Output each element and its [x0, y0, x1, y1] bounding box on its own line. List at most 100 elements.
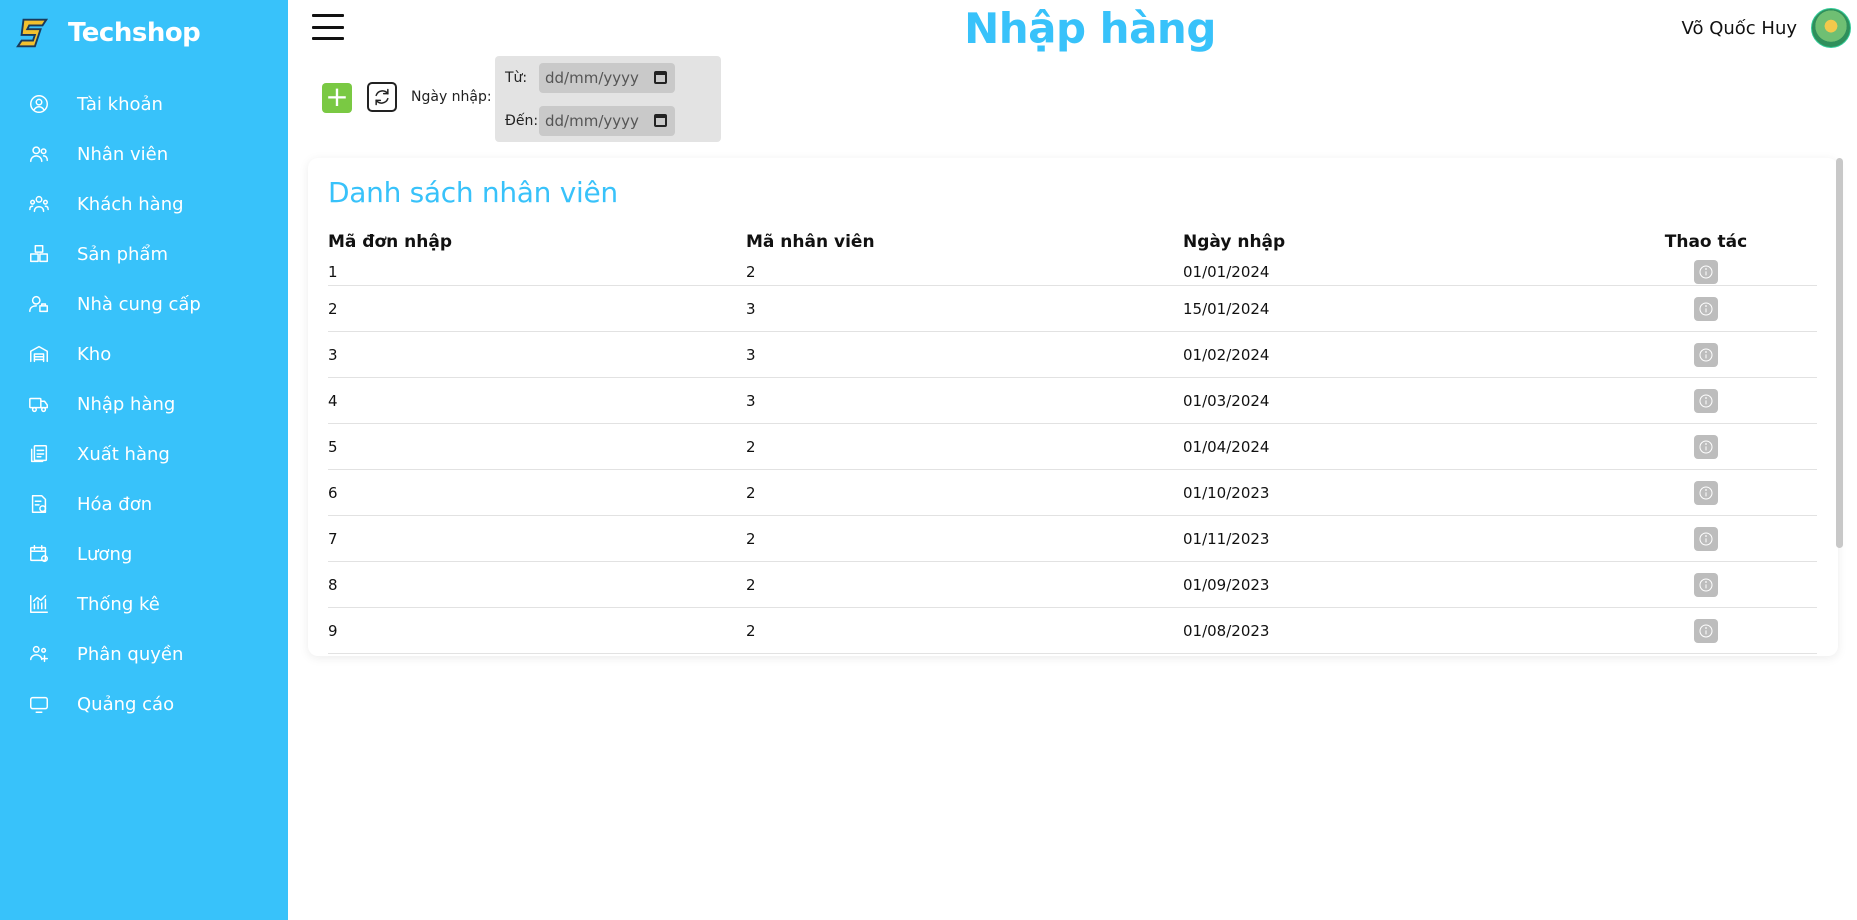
table-row: 1 2 01/01/2024 — [328, 258, 1817, 286]
sidebar-item-nhap-hang[interactable]: Nhập hàng — [0, 379, 288, 429]
refresh-button[interactable] — [367, 82, 397, 112]
scrollbar[interactable] — [1836, 158, 1843, 548]
sidebar-item-quang-cao[interactable]: Quảng cáo — [0, 679, 288, 729]
calendar-icon[interactable] — [654, 114, 667, 127]
table-cell-action — [1595, 618, 1817, 643]
sidebar-item-label: Xuất hàng — [77, 443, 170, 465]
sidebar-item-label: Hóa đơn — [77, 493, 153, 515]
users-icon — [27, 142, 51, 166]
date-from-label: Từ: — [505, 69, 528, 86]
boxes-icon — [27, 242, 51, 266]
export-icon — [27, 442, 51, 466]
user-menu[interactable]: Võ Quốc Huy — [1682, 8, 1851, 48]
info-button[interactable] — [1694, 618, 1718, 643]
calendar-icon[interactable] — [654, 71, 667, 84]
supplier-icon — [27, 292, 51, 316]
sidebar-item-xuat-hang[interactable]: Xuất hàng — [0, 429, 288, 479]
table-cell: 2 — [746, 575, 756, 594]
warehouse-icon — [27, 342, 51, 366]
main-content: Nhập hàng Võ Quốc Huy + Ngày nhập: Từ: d… — [288, 0, 1857, 920]
info-icon — [1699, 532, 1713, 545]
table-row: 4 3 01/03/2024 — [328, 378, 1817, 424]
table-cell: 2 — [746, 529, 756, 548]
info-button[interactable] — [1694, 388, 1718, 413]
table-cell-action — [1595, 259, 1817, 284]
permission-icon — [27, 642, 51, 666]
table-cell-action — [1595, 572, 1817, 597]
table-cell: 3 — [746, 345, 756, 364]
sidebar-item-luong[interactable]: Lương — [0, 529, 288, 579]
sidebar-item-tai-khoan[interactable]: Tài khoản — [0, 79, 288, 129]
user-circle-icon — [27, 92, 51, 116]
date-to-input[interactable]: dd/mm/yyyy — [539, 105, 675, 136]
info-button[interactable] — [1694, 480, 1718, 505]
card-title: Danh sách nhân viên — [328, 176, 618, 209]
info-button[interactable] — [1694, 434, 1718, 459]
page-title: Nhập hàng — [964, 4, 1216, 53]
info-button[interactable] — [1694, 342, 1718, 367]
column-header: Thao tác — [1664, 232, 1748, 252]
sidebar-item-label: Kho — [77, 343, 112, 365]
table-body: 1 2 01/01/2024 2 3 15/01/2024 3 3 01/02/2024 4 3 01… — [328, 258, 1817, 654]
sidebar-item-hoa-don[interactable]: Hóa đơn — [0, 479, 288, 529]
brand[interactable]: Techshop — [14, 14, 201, 52]
refresh-icon — [375, 88, 389, 106]
table-cell: 7 — [328, 529, 338, 548]
sidebar-item-label: Thống kê — [77, 593, 160, 615]
avatar[interactable] — [1811, 8, 1851, 48]
table-cell: 01/03/2024 — [1183, 391, 1270, 410]
table-row: 7 2 01/11/2023 — [328, 516, 1817, 562]
sidebar-item-khach-hang[interactable]: Khách hàng — [0, 179, 288, 229]
table-cell: 3 — [746, 299, 756, 318]
list-card: Danh sách nhân viên Mã đơn nhập Mã nhân … — [308, 158, 1838, 656]
column-header: Ngày nhập — [1183, 232, 1286, 252]
info-button[interactable] — [1694, 572, 1718, 597]
table-cell: 2 — [746, 262, 756, 281]
table-cell-action — [1595, 526, 1817, 551]
sidebar-item-nhan-vien[interactable]: Nhân viên — [0, 129, 288, 179]
sidebar-item-label: Nhập hàng — [77, 393, 176, 415]
info-button[interactable] — [1694, 259, 1718, 284]
table-cell: 3 — [328, 345, 338, 364]
sidebar-item-label: Nhân viên — [77, 143, 169, 165]
sidebar-item-label: Tài khoản — [77, 93, 163, 115]
truck-icon — [27, 392, 51, 416]
sidebar-item-label: Lương — [77, 543, 133, 565]
date-from-input[interactable]: dd/mm/yyyy — [539, 62, 675, 93]
table-cell: 1 — [328, 262, 338, 281]
info-icon — [1699, 440, 1713, 453]
table-cell: 9 — [328, 621, 338, 640]
table-row: 9 2 01/08/2023 — [328, 608, 1817, 654]
info-icon — [1699, 265, 1713, 278]
table-cell: 01/09/2023 — [1183, 575, 1270, 594]
sidebar-item-kho[interactable]: Kho — [0, 329, 288, 379]
add-button[interactable]: + — [322, 83, 352, 113]
table-cell: 2 — [746, 621, 756, 640]
user-name: Võ Quốc Huy — [1681, 17, 1797, 39]
info-button[interactable] — [1694, 526, 1718, 551]
column-header: Mã nhân viên — [746, 232, 875, 252]
table-cell-action — [1595, 342, 1817, 367]
table-row: 8 2 01/09/2023 — [328, 562, 1817, 608]
sidebar-item-nha-cung-cap[interactable]: Nhà cung cấp — [0, 279, 288, 329]
monitor-icon — [27, 692, 51, 716]
sidebar-item-thong-ke[interactable]: Thống kê — [0, 579, 288, 629]
table-row: 5 2 01/04/2024 — [328, 424, 1817, 470]
lightning-s-logo-icon — [16, 18, 49, 48]
sidebar-item-san-pham[interactable]: Sản phẩm — [0, 229, 288, 279]
table-cell: 8 — [328, 575, 338, 594]
table-cell: 3 — [746, 391, 756, 410]
date-to-row: Đến: dd/mm/yyyy — [495, 99, 721, 142]
info-icon — [1699, 578, 1713, 591]
date-to-value: dd/mm/yyyy — [545, 111, 639, 130]
sidebar-item-label: Nhà cung cấp — [77, 293, 201, 315]
info-button[interactable] — [1694, 296, 1718, 321]
sidebar-item-label: Quảng cáo — [77, 693, 175, 715]
table-cell: 2 — [746, 483, 756, 502]
sidebar-nav: Tài khoản Nhân viên Khách hàng Sản phẩm … — [0, 79, 288, 729]
info-icon — [1699, 624, 1713, 637]
sidebar-item-phan-quyen[interactable]: Phân quyền — [0, 629, 288, 679]
info-icon — [1699, 394, 1713, 407]
info-icon — [1699, 348, 1713, 361]
customers-icon — [27, 192, 51, 216]
